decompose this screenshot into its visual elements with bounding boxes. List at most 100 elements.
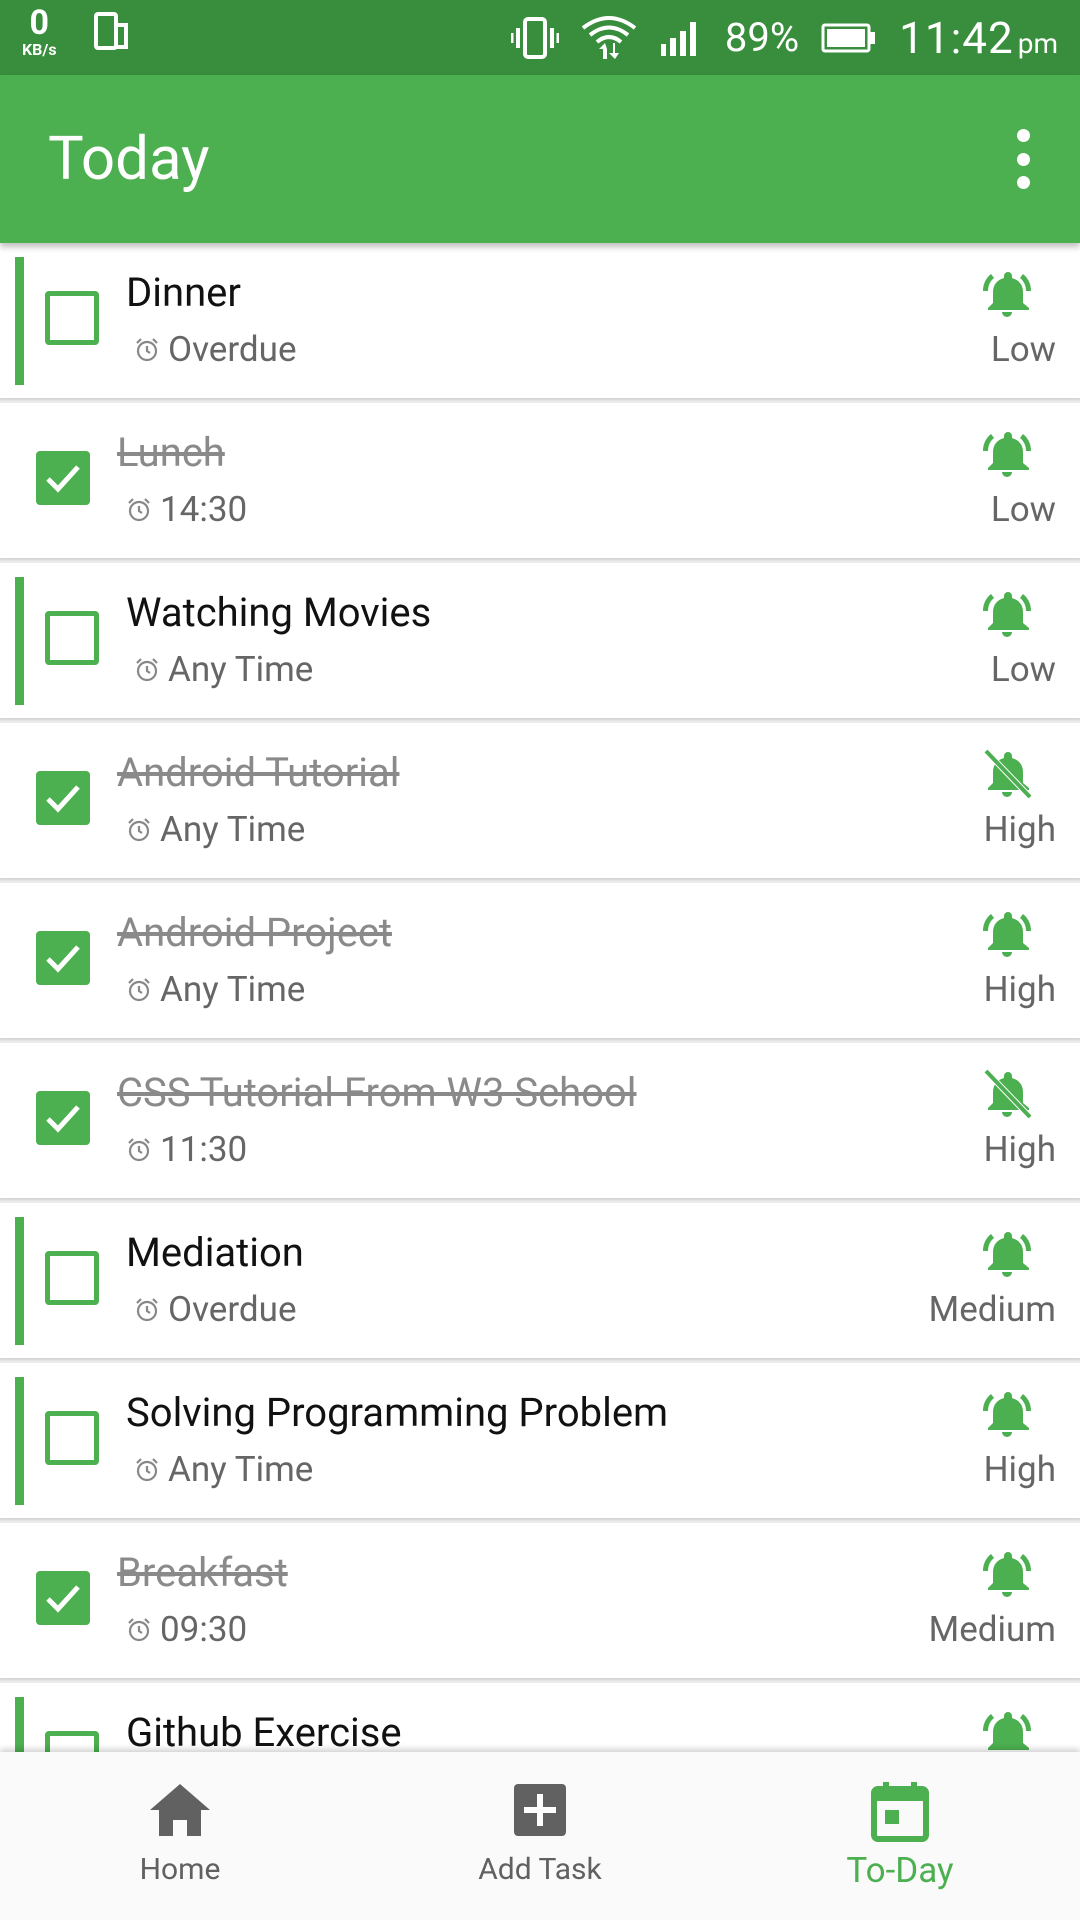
task-time-text: Overdue (168, 1289, 297, 1330)
clock-time: 11:42 (899, 11, 1014, 64)
task-time: Any Time (134, 649, 313, 690)
network-speed-indicator: 0 KB/s (22, 6, 57, 58)
more-vert-dot (1016, 176, 1030, 189)
task-priority: High (983, 969, 1056, 1010)
task-time: 11:30 (126, 1129, 247, 1170)
notifications-active-icon[interactable] (980, 907, 1034, 961)
pending-indicator-bar (15, 577, 24, 705)
task-title: Github Exercise (126, 1709, 402, 1752)
status-bar-right: 89% 11:42 pm (510, 0, 1058, 75)
network-speed-unit: KB/s (22, 40, 57, 59)
alarm-clock-icon (136, 1457, 158, 1481)
task-card[interactable]: Android Project Any Time High (0, 883, 1080, 1039)
notifications-off-icon[interactable] (980, 1067, 1034, 1121)
task-title: Breakfast (117, 1549, 288, 1596)
task-priority: Low (990, 329, 1056, 370)
task-title: Watching Movies (126, 589, 432, 636)
task-card[interactable]: Lunch 14:30 Low (0, 403, 1080, 559)
task-checkbox-unchecked[interactable] (45, 291, 99, 345)
vibrate-icon (510, 16, 559, 59)
screen-rotate-icon (93, 12, 128, 50)
task-time-text: Any Time (168, 649, 314, 690)
bottom-navigation: Home Add Task To-Day (0, 1752, 1080, 1920)
check-icon (46, 945, 80, 973)
task-priority: High (983, 1129, 1056, 1170)
alarm-clock-icon (128, 977, 150, 1001)
overflow-menu-button[interactable] (1008, 129, 1038, 189)
task-title: Mediation (126, 1229, 304, 1276)
task-card[interactable]: CSS Tutorial From W3 School 11:30 High (0, 1043, 1080, 1199)
network-speed-value: 0 (29, 3, 50, 43)
task-title: Solving Programming Problem (126, 1389, 669, 1436)
task-time: Any Time (126, 809, 305, 850)
task-time-text: 09:30 (160, 1609, 248, 1650)
task-card[interactable]: Github Exercise (0, 1683, 1080, 1752)
notifications-active-icon[interactable] (980, 1547, 1034, 1601)
notifications-active-icon[interactable] (980, 1227, 1034, 1281)
app-screen: 0 KB/s 89% 11:42 pm Today Dinner Overdue… (0, 0, 1080, 1920)
task-list[interactable]: Dinner Overdue Low Lunch 14:30 Low Watching Mo… (0, 243, 1080, 1752)
task-card[interactable]: Mediation Overdue Medium (0, 1203, 1080, 1359)
task-title: CSS Tutorial From W3 School (117, 1069, 637, 1116)
notifications-active-icon[interactable] (980, 267, 1034, 321)
task-priority: Low (990, 649, 1056, 690)
alarm-clock-icon (128, 1617, 150, 1641)
notifications-active-icon[interactable] (980, 427, 1034, 481)
pending-indicator-bar (15, 1377, 24, 1505)
task-card[interactable]: Solving Programming Problem Any Time High (0, 1363, 1080, 1519)
task-checkbox-unchecked[interactable] (45, 1411, 99, 1465)
nav-item-home[interactable]: Home (0, 1752, 360, 1920)
task-checkbox-checked[interactable] (36, 451, 90, 505)
task-priority: High (983, 809, 1056, 850)
notifications-active-icon[interactable] (980, 1387, 1034, 1441)
pending-indicator-bar (15, 1217, 24, 1345)
wifi-icon (581, 15, 637, 59)
task-priority: Medium (928, 1609, 1056, 1650)
task-checkbox-checked[interactable] (36, 771, 90, 825)
nav-label-home: Home (139, 1852, 221, 1887)
alarm-clock-icon (128, 817, 150, 841)
task-checkbox-unchecked[interactable] (45, 1251, 99, 1305)
alarm-clock-icon (128, 497, 150, 521)
task-time-text: Overdue (168, 329, 297, 370)
task-time-text: Any Time (160, 809, 306, 850)
task-checkbox-unchecked[interactable] (45, 611, 99, 665)
app-bar: Today (0, 75, 1080, 243)
task-card[interactable]: Dinner Overdue Low (0, 243, 1080, 399)
task-checkbox-checked[interactable] (36, 1091, 90, 1145)
status-bar: 0 KB/s 89% 11:42 pm (0, 0, 1080, 75)
task-card[interactable]: Android Tutorial Any Time High (0, 723, 1080, 879)
task-time-text: Any Time (168, 1449, 314, 1490)
notifications-active-icon[interactable] (980, 587, 1034, 641)
home-icon (150, 1784, 210, 1836)
task-time-text: 11:30 (160, 1129, 248, 1170)
nav-label-add-task: Add Task (478, 1852, 602, 1887)
nav-item-today[interactable]: To-Day (720, 1752, 1080, 1920)
task-title: Dinner (126, 269, 241, 316)
task-priority: High (983, 1449, 1056, 1490)
task-card[interactable]: Breakfast 09:30 Medium (0, 1523, 1080, 1679)
task-time-text: Any Time (160, 969, 306, 1010)
nav-label-today: To-Day (846, 1850, 954, 1891)
pending-indicator-bar (15, 257, 24, 385)
notifications-off-icon[interactable] (980, 747, 1034, 801)
task-time: 14:30 (126, 489, 247, 530)
clock: 11:42 pm (899, 12, 1058, 64)
task-priority: Medium (928, 1289, 1056, 1330)
nav-item-add-task[interactable]: Add Task (360, 1752, 720, 1920)
clock-ampm: pm (1017, 26, 1058, 60)
task-priority: Low (990, 489, 1056, 530)
notifications-active-icon[interactable] (980, 1707, 1034, 1752)
task-time: Any Time (134, 1449, 313, 1490)
battery-icon (821, 23, 876, 52)
task-checkbox-checked[interactable] (36, 931, 90, 985)
task-card[interactable]: Watching Movies Any Time Low (0, 563, 1080, 719)
signal-icon (660, 21, 696, 56)
add-box-icon (514, 1784, 566, 1836)
pending-indicator-bar (15, 1697, 24, 1752)
task-time: Any Time (126, 969, 305, 1010)
task-checkbox-checked[interactable] (36, 1571, 90, 1625)
check-icon (46, 1105, 80, 1133)
check-icon (46, 785, 80, 813)
task-checkbox-unchecked[interactable] (45, 1731, 99, 1752)
